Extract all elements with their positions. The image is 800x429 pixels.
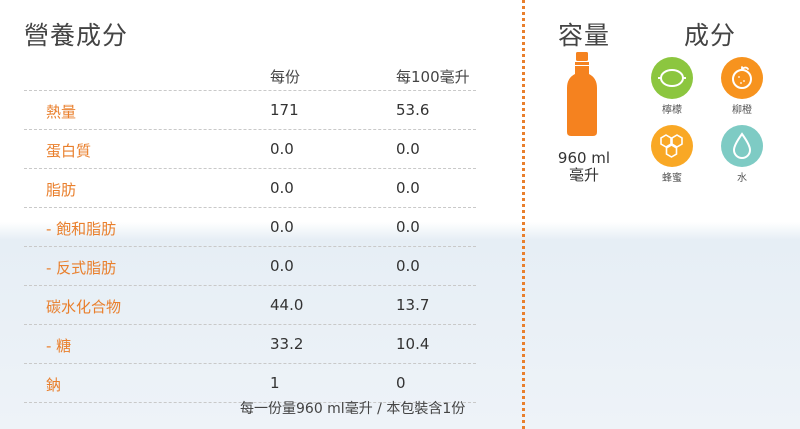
row-per-100ml: 0.0 (396, 179, 420, 197)
volume-label: 960 ml 毫升 (548, 150, 620, 184)
row-per-serving: 0.0 (270, 218, 294, 236)
ingredient-orange: 柳橙 (712, 57, 772, 116)
table-row: - 糖 33.2 10.4 (24, 324, 476, 363)
dotted-divider (522, 0, 525, 429)
table-row: - 反式脂肪 0.0 0.0 (24, 246, 476, 285)
row-per-serving: 0.0 (270, 179, 294, 197)
ingredient-label: 水 (737, 173, 747, 184)
row-label: - 糖 (46, 337, 72, 355)
table-row: 脂肪 0.0 0.0 (24, 168, 476, 207)
row-per-serving: 1 (270, 374, 280, 392)
row-label: 碳水化合物 (46, 298, 122, 316)
row-per-100ml: 0.0 (396, 140, 420, 158)
row-per-serving: 33.2 (270, 335, 304, 353)
row-label: - 飽和脂肪 (46, 220, 117, 238)
volume-unit: 毫升 (568, 166, 599, 184)
row-per-serving: 171 (270, 101, 299, 119)
ingredient-label: 蜂蜜 (662, 173, 682, 184)
nutrition-table-header: 每份 每100毫升 (24, 56, 476, 90)
volume-ml: 960 ml (557, 149, 611, 167)
row-label: 脂肪 (46, 181, 77, 199)
row-per-serving: 0.0 (270, 257, 294, 275)
table-row: - 飽和脂肪 0.0 0.0 (24, 207, 476, 246)
ingredient-water: 水 (712, 125, 772, 184)
ingredient-label: 檸檬 (662, 105, 682, 116)
header-per-100ml: 每100毫升 (396, 68, 470, 86)
ingredient-label: 柳橙 (732, 105, 752, 116)
water-drop-icon (721, 125, 763, 167)
bottle-icon (567, 52, 597, 136)
table-row: 熱量 171 53.6 (24, 90, 476, 129)
honeycomb-icon (651, 125, 693, 167)
ingredient-honey: 蜂蜜 (642, 125, 702, 184)
row-per-100ml: 53.6 (396, 101, 430, 119)
table-row: 蛋白質 0.0 0.0 (24, 129, 476, 168)
row-per-100ml: 10.4 (396, 335, 430, 353)
table-row: 碳水化合物 44.0 13.7 (24, 285, 476, 324)
row-per-100ml: 0.0 (396, 218, 420, 236)
table-row: 鈉 1 0 (24, 363, 476, 403)
serving-footnote: 每一份量960 ml毫升 / 本包裝含1份 (240, 401, 466, 417)
row-per-100ml: 13.7 (396, 296, 430, 314)
lemon-icon (651, 57, 693, 99)
nutrition-title: 營養成分 (24, 21, 129, 50)
row-per-serving: 0.0 (270, 140, 294, 158)
row-label: 蛋白質 (46, 142, 92, 160)
ingredients-title: 成分 (684, 21, 737, 50)
ingredient-lemon: 檸檬 (642, 57, 702, 116)
nutrition-table: 每份 每100毫升 熱量 171 53.6 蛋白質 0.0 0.0 脂肪 0.0… (24, 56, 476, 403)
row-label: 鈉 (46, 376, 62, 394)
row-per-100ml: 0.0 (396, 257, 420, 275)
row-label: - 反式脂肪 (46, 259, 117, 277)
header-per-serving: 每份 (270, 68, 301, 86)
row-per-serving: 44.0 (270, 296, 304, 314)
row-label: 熱量 (46, 103, 77, 121)
volume-title: 容量 (558, 21, 611, 50)
row-per-100ml: 0 (396, 374, 406, 392)
orange-icon (721, 57, 763, 99)
